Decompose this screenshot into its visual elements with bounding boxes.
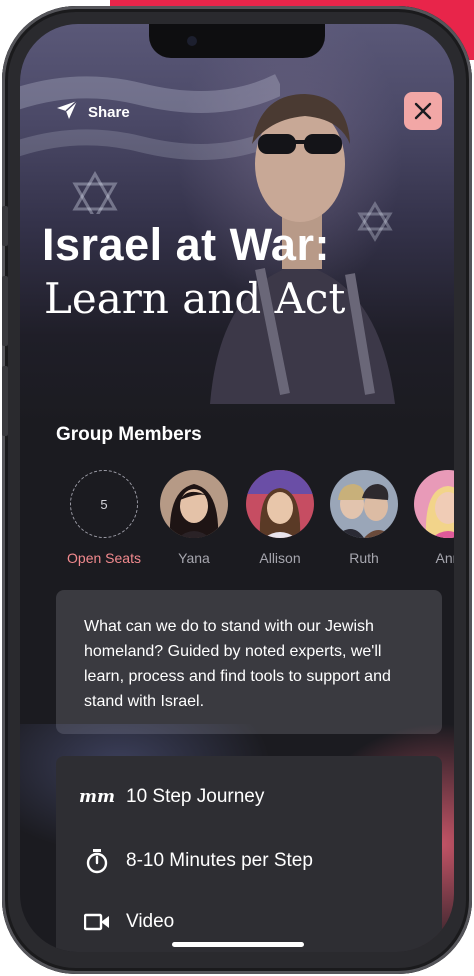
side-button-volume-up (2, 276, 8, 346)
close-icon (414, 102, 432, 120)
avatar (246, 470, 314, 538)
open-seats-label: Open Seats (67, 550, 141, 566)
steps-icon: mm (79, 787, 115, 807)
avatar (160, 470, 228, 538)
description-text: What can we do to stand with our Jewish … (84, 618, 391, 710)
detail-row-steps: mm 10 Step Journey (79, 786, 265, 808)
member-item-ruth[interactable]: Ruth (322, 470, 406, 566)
home-indicator[interactable] (172, 942, 304, 947)
video-camera-icon (82, 913, 112, 931)
share-button[interactable]: Share (56, 100, 130, 125)
side-button-mute (2, 206, 8, 246)
app-screen: Share Israel at War: Learn and Act Group… (20, 24, 454, 952)
journey-details-card: mm 10 Step Journey 8-10 Minutes per Step (56, 756, 442, 952)
close-button[interactable] (404, 92, 442, 130)
member-item-yana[interactable]: Yana (152, 470, 236, 566)
detail-label: Video (126, 911, 175, 932)
detail-row-duration: 8-10 Minutes per Step (82, 848, 313, 874)
avatar (330, 470, 398, 538)
phone-notch (149, 24, 325, 58)
page-title: Israel at War: (42, 219, 330, 270)
detail-label: 8-10 Minutes per Step (126, 850, 313, 871)
open-seats-item[interactable]: 5 Open Seats (62, 470, 146, 566)
page-subtitle: Learn and Act (44, 274, 346, 323)
stopwatch-icon (82, 848, 112, 874)
share-label: Share (88, 104, 130, 121)
page: Share Israel at War: Learn and Act Group… (0, 0, 474, 976)
front-camera (187, 36, 197, 46)
member-item-allison[interactable]: Allison (238, 470, 322, 566)
member-name: Ann (435, 550, 454, 566)
group-members-list: 5 Open Seats Yana Allison Ruth An (20, 470, 454, 580)
member-item-ann[interactable]: Ann (406, 470, 454, 566)
member-name: Ruth (349, 550, 379, 566)
member-name: Yana (178, 550, 210, 566)
detail-row-format: Video (82, 911, 174, 933)
open-seats-count: 5 (70, 470, 138, 538)
member-name: Allison (259, 550, 301, 566)
detail-label: 10 Step Journey (126, 786, 265, 807)
description-card: What can we do to stand with our Jewish … (56, 590, 442, 734)
group-members-heading: Group Members (56, 424, 202, 445)
side-button-volume-down (2, 366, 8, 436)
send-icon (56, 100, 78, 125)
avatar (414, 470, 454, 538)
